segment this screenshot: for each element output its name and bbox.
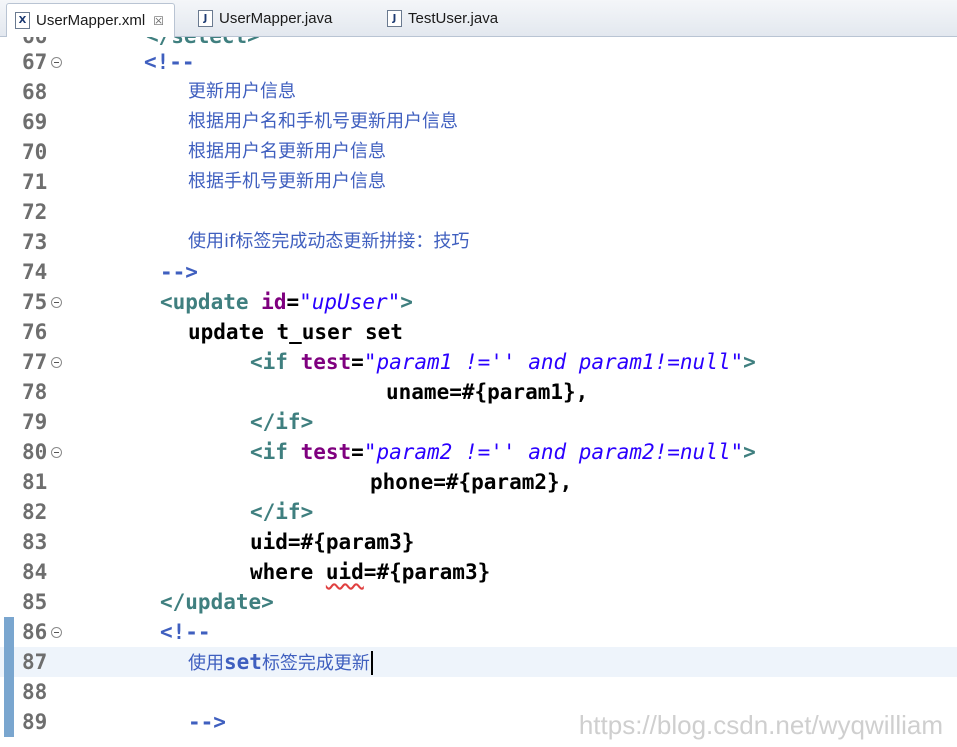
code-line: 74 --> [0,257,957,287]
line-number: 75 [22,290,48,314]
close-tab-icon[interactable]: ☒ [153,14,164,28]
code-line: 75 <update id="upUser"> [0,287,957,317]
code-line: 71 根据手机号更新用户信息 [0,167,957,197]
current-line: 87 使用set标签完成更新 [0,647,957,677]
line-number: 81 [22,470,48,494]
line-number: 76 [22,320,48,344]
fold-toggle-icon[interactable] [51,357,62,368]
line-number: 88 [22,680,48,704]
line-number: 79 [22,410,48,434]
comment-open: <!-- [160,620,211,644]
comment-text: 根据手机号更新用户信息 [188,171,386,192]
fold-toggle-icon[interactable] [51,447,62,458]
line-number: 83 [22,530,48,554]
code-line: 88 [0,677,957,707]
code-line: 85 </update> [0,587,957,617]
line-number: 69 [22,110,48,134]
java-file-icon: J [387,9,402,27]
if-close-tag: </if> [250,410,314,434]
sql-text: phone=#{param2}, [370,470,573,494]
tab-usermapper-xml[interactable]: X UserMapper.xml ☒ [6,3,175,37]
code-line: 76 update t_user set [0,317,957,347]
line-number: 67 [22,50,48,74]
code-editor[interactable]: 66 </select> 67 <!-- 68 更新用户信息 69 根据用户名和… [0,37,957,747]
comment-close: --> [160,260,198,284]
line-number: 77 [22,350,48,374]
code-line: 81 phone=#{param2}, [0,467,957,497]
tab-usermapper-java[interactable]: J UserMapper.java [198,3,332,33]
comment-close: --> [188,710,226,734]
line-number: 84 [22,560,48,584]
tab-testuser-java[interactable]: J TestUser.java [387,3,498,33]
fold-toggle-icon[interactable] [51,57,62,68]
comment-text: 更新用户信息 [188,81,296,102]
line-number: 82 [22,500,48,524]
line-number: 89 [22,710,48,734]
fold-toggle-icon[interactable] [51,627,62,638]
change-marker [4,617,14,647]
update-tag: <update id="upUser"> [160,290,413,314]
code-line: 72 [0,197,957,227]
sql-text: update t_user set [188,320,403,344]
comment-text: 根据用户名更新用户信息 [188,141,386,162]
line-number: 87 [22,650,48,674]
if-tag: <if test="param1 !='' and param1!=null"> [250,350,756,374]
code-line: 69 根据用户名和手机号更新用户信息 [0,107,957,137]
code-line: 78 uname=#{param1}, [0,377,957,407]
code-line: 83 uid=#{param3} [0,527,957,557]
editor-tab-bar: X UserMapper.xml ☒ J UserMapper.java J T… [0,0,957,37]
comment-text: 使用if标签完成动态更新拼接：技巧 [188,231,470,252]
comment-text: 根据用户名和手机号更新用户信息 [188,111,458,132]
code-line: 70 根据用户名更新用户信息 [0,137,957,167]
comment-open: <!-- [144,50,195,74]
sql-text: uid=#{param3} [250,530,415,554]
fold-toggle-icon[interactable] [51,297,62,308]
tab-label: TestUser.java [408,9,499,27]
if-close-tag: </if> [250,500,314,524]
watermark: https://blog.csdn.net/wyqwilliam [578,710,943,740]
comment-text: 使用set标签完成更新 [188,647,373,677]
change-marker [4,677,14,707]
line-number: 71 [22,170,48,194]
line-number: 78 [22,380,48,404]
update-close-tag: </update> [160,590,274,614]
line-number: 70 [22,140,48,164]
change-marker [4,707,14,737]
if-tag: <if test="param2 !='' and param2!=null"> [250,440,756,464]
code-line: 77 <if test="param1 !='' and param1!=nul… [0,347,957,377]
sql-text: where uid=#{param3} [250,560,491,584]
code-line: 82 </if> [0,497,957,527]
tab-label: UserMapper.xml [36,12,146,29]
code-line: 79 </if> [0,407,957,437]
line-number: 73 [22,230,48,254]
xml-file-icon: X [15,12,30,29]
code-line: 84 where uid=#{param3} [0,557,957,587]
line-number: 72 [22,200,48,224]
code-line: 68 更新用户信息 [0,77,957,107]
tab-label: UserMapper.java [219,9,333,27]
line-number: 85 [22,590,48,614]
java-file-icon: J [198,9,213,27]
code-line: 67 <!-- [0,47,957,77]
code-line: 80 <if test="param2 !='' and param2!=nul… [0,437,957,467]
line-number: 86 [22,620,48,644]
code-line: 86 <!-- [0,617,957,647]
change-marker [4,647,14,677]
text-cursor [370,651,373,675]
line-number: 80 [22,440,48,464]
line-number: 68 [22,80,48,104]
line-number: 74 [22,260,48,284]
sql-text: uname=#{param1}, [386,380,589,404]
code-line: 73 使用if标签完成动态更新拼接：技巧 [0,227,957,257]
